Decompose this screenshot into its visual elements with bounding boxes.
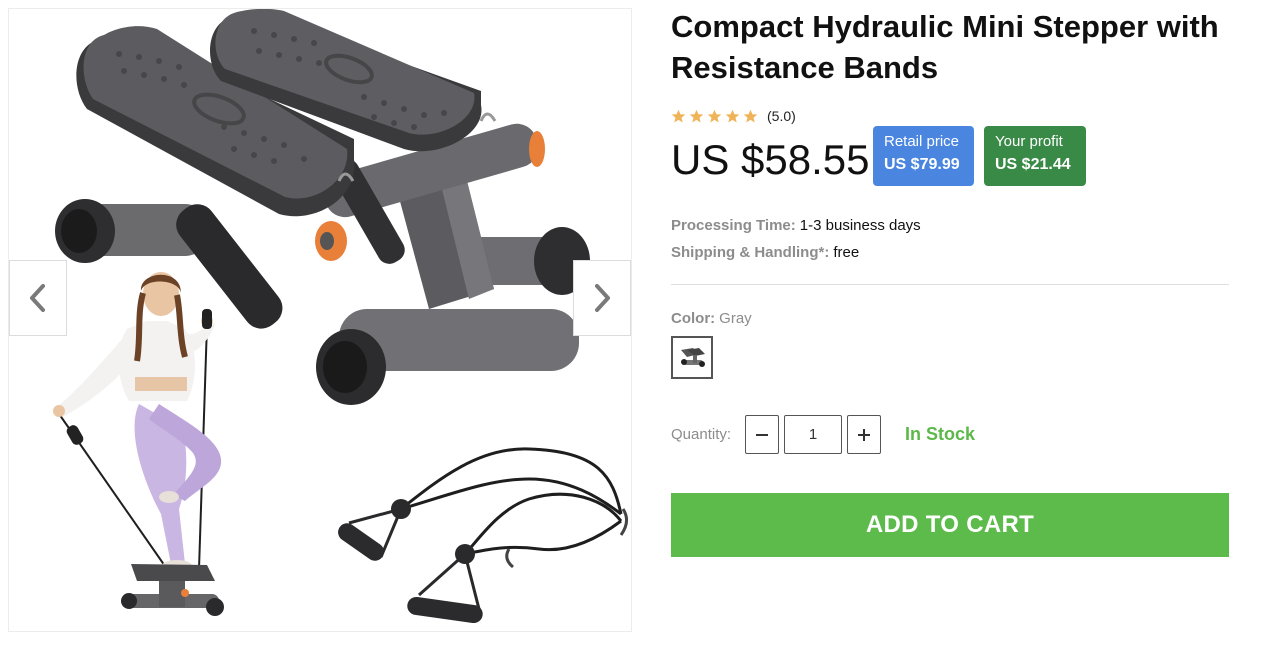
quantity-input[interactable] — [784, 415, 842, 454]
profit-badge: Your profit US $21.44 — [984, 126, 1086, 186]
product-title: Compact Hydraulic Mini Stepper with Resi… — [671, 9, 1219, 85]
shipping-handling-value: free — [833, 244, 860, 261]
plus-icon — [858, 428, 870, 441]
profit-label: Your profit — [995, 133, 1063, 150]
profit-value: US $21.44 — [995, 156, 1071, 173]
color-label: Color: — [671, 310, 716, 327]
rating-value: (5.0) — [767, 108, 796, 124]
gallery-prev-button[interactable] — [9, 260, 67, 336]
processing-time-label: Processing Time: — [671, 217, 796, 234]
color-option: Color: Gray — [671, 310, 752, 328]
quantity-decrease-button[interactable] — [745, 415, 779, 454]
star-icon — [671, 109, 686, 122]
gallery-next-button[interactable] — [573, 260, 631, 336]
star-icon — [725, 109, 740, 122]
star-icon — [707, 109, 722, 122]
product-price: US $58.55 — [671, 136, 870, 183]
rating-stars — [671, 109, 758, 124]
processing-time: Processing Time: 1-3 business days — [671, 217, 921, 235]
product-rating: (5.0) — [671, 106, 796, 126]
retail-price-badge: Retail price US $79.99 — [873, 126, 974, 186]
chevron-right-icon — [595, 284, 610, 312]
shipping-handling: Shipping & Handling*: free — [671, 244, 859, 262]
product-image — [53, 9, 628, 624]
retail-price-label: Retail price — [884, 133, 960, 150]
color-swatch-gray[interactable] — [671, 336, 713, 379]
add-to-cart-button[interactable]: ADD TO CART — [671, 493, 1229, 557]
quantity-increase-button[interactable] — [847, 415, 881, 454]
quantity-label: Quantity: — [671, 426, 732, 443]
chevron-left-icon — [30, 284, 45, 312]
product-gallery — [8, 8, 632, 632]
retail-price-value: US $79.99 — [884, 156, 960, 173]
stock-status: In Stock — [905, 424, 976, 444]
shipping-handling-label: Shipping & Handling*: — [671, 244, 830, 261]
minus-icon — [756, 433, 768, 436]
star-icon — [689, 109, 704, 122]
stepper-thumbnail-icon — [681, 347, 705, 367]
star-icon — [743, 109, 758, 122]
color-value: Gray — [719, 310, 752, 327]
divider — [671, 284, 1229, 285]
processing-time-value: 1-3 business days — [799, 217, 921, 234]
